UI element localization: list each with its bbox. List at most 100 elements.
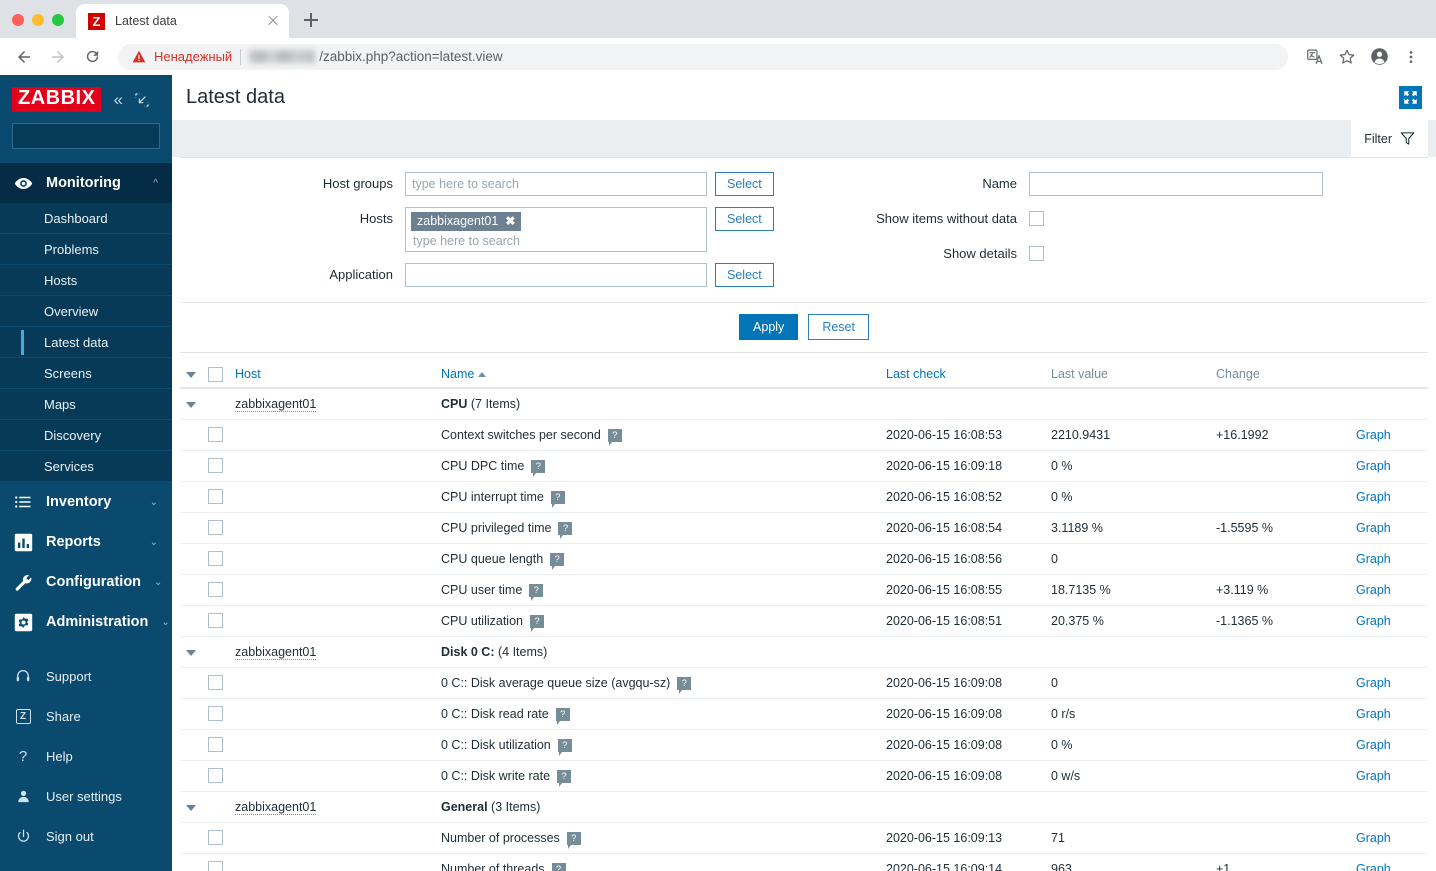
group-host-cell[interactable]: zabbixagent01 bbox=[229, 388, 429, 420]
sidebar-item-hosts[interactable]: Hosts bbox=[0, 265, 172, 296]
row-checkbox-cell[interactable] bbox=[202, 667, 229, 699]
row-graph-cell[interactable]: Graph bbox=[1350, 543, 1428, 575]
sidebar-item-overview[interactable]: Overview bbox=[0, 296, 172, 327]
row-checkbox-cell[interactable] bbox=[202, 822, 229, 854]
row-graph-cell[interactable]: Graph bbox=[1350, 822, 1428, 854]
show-details-checkbox[interactable] bbox=[1029, 246, 1044, 261]
sidebar-section-administration[interactable]: Administration ⌄ bbox=[0, 602, 172, 642]
tab-filter[interactable]: Filter bbox=[1351, 120, 1428, 157]
graph-link[interactable]: Graph bbox=[1356, 459, 1391, 473]
row-checkbox[interactable] bbox=[208, 830, 223, 846]
group-host-cell[interactable]: zabbixagent01 bbox=[229, 791, 429, 823]
hosts-select-button[interactable]: Select bbox=[715, 207, 774, 231]
close-icon[interactable] bbox=[265, 13, 281, 29]
graph-link[interactable]: Graph bbox=[1356, 676, 1391, 690]
sidebar-item-screens[interactable]: Screens bbox=[0, 358, 172, 389]
sidebar-item-maps[interactable]: Maps bbox=[0, 389, 172, 420]
row-graph-cell[interactable]: Graph bbox=[1350, 698, 1428, 730]
row-graph-cell[interactable]: Graph bbox=[1350, 419, 1428, 451]
translate-icon[interactable] bbox=[1300, 43, 1330, 71]
browser-tab[interactable]: Z Latest data bbox=[76, 4, 289, 38]
row-checkbox[interactable] bbox=[208, 520, 223, 536]
apply-button[interactable]: Apply bbox=[739, 314, 799, 340]
column-last-check[interactable]: Last check bbox=[880, 361, 1045, 389]
hosts-multiselect[interactable]: zabbixagent01 ✖ type here to search bbox=[405, 207, 707, 252]
host-groups-select-button[interactable]: Select bbox=[715, 172, 774, 196]
row-graph-cell[interactable]: Graph bbox=[1350, 605, 1428, 637]
sidebar-section-configuration[interactable]: Configuration ⌄ bbox=[0, 562, 172, 602]
row-checkbox[interactable] bbox=[208, 613, 223, 629]
maximize-window-button[interactable] bbox=[52, 14, 64, 26]
row-graph-cell[interactable]: Graph bbox=[1350, 853, 1428, 871]
hint-icon[interactable]: ? bbox=[550, 552, 565, 570]
graph-link[interactable]: Graph bbox=[1356, 428, 1391, 442]
row-graph-cell[interactable]: Graph bbox=[1350, 512, 1428, 544]
column-last-check-link[interactable]: Last check bbox=[886, 367, 946, 381]
row-checkbox[interactable] bbox=[208, 582, 223, 598]
graph-link[interactable]: Graph bbox=[1356, 583, 1391, 597]
remove-chip-icon[interactable]: ✖ bbox=[505, 214, 515, 228]
row-checkbox[interactable] bbox=[208, 861, 223, 871]
search-input[interactable] bbox=[0, 129, 152, 143]
row-checkbox-cell[interactable] bbox=[202, 760, 229, 792]
hint-icon[interactable]: ? bbox=[529, 614, 544, 632]
new-tab-button[interactable] bbox=[297, 6, 325, 34]
chevron-down-icon[interactable] bbox=[186, 401, 196, 408]
host-link[interactable]: zabbixagent01 bbox=[235, 644, 317, 660]
select-all-header[interactable] bbox=[202, 361, 229, 389]
column-host[interactable]: Host bbox=[229, 361, 429, 389]
row-checkbox-cell[interactable] bbox=[202, 543, 229, 575]
kiosk-mode-button[interactable] bbox=[1399, 86, 1422, 109]
graph-link[interactable]: Graph bbox=[1356, 521, 1391, 535]
row-checkbox[interactable] bbox=[208, 458, 223, 474]
row-graph-cell[interactable]: Graph bbox=[1350, 574, 1428, 606]
graph-link[interactable]: Graph bbox=[1356, 769, 1391, 783]
row-checkbox[interactable] bbox=[208, 489, 223, 505]
sidebar-item-support[interactable]: Support bbox=[0, 656, 172, 696]
row-graph-cell[interactable]: Graph bbox=[1350, 760, 1428, 792]
row-graph-cell[interactable]: Graph bbox=[1350, 729, 1428, 761]
hint-icon[interactable]: ? bbox=[555, 707, 570, 725]
name-input[interactable] bbox=[1029, 172, 1323, 196]
graph-link[interactable]: Graph bbox=[1356, 490, 1391, 504]
sidebar-item-services[interactable]: Services bbox=[0, 451, 172, 482]
address-bar[interactable]: Ненадежный /zabbix.php?action=latest.vie… bbox=[118, 43, 1288, 70]
group-toggle-cell[interactable] bbox=[180, 636, 202, 668]
group-toggle-cell[interactable] bbox=[180, 791, 202, 823]
chevron-down-icon[interactable] bbox=[186, 372, 196, 378]
sidebar-search[interactable] bbox=[0, 123, 160, 149]
hint-icon[interactable]: ? bbox=[558, 521, 573, 539]
graph-link[interactable]: Graph bbox=[1356, 707, 1391, 721]
sidebar-item-dashboard[interactable]: Dashboard bbox=[0, 203, 172, 234]
application-select-button[interactable]: Select bbox=[715, 263, 774, 287]
chevron-down-icon[interactable] bbox=[186, 804, 196, 811]
row-graph-cell[interactable]: Graph bbox=[1350, 667, 1428, 699]
sidebar-item-latest-data[interactable]: Latest data bbox=[0, 327, 172, 358]
row-checkbox-cell[interactable] bbox=[202, 419, 229, 451]
hint-icon[interactable]: ? bbox=[557, 738, 572, 756]
hide-sidebar-icon[interactable] bbox=[135, 92, 149, 107]
graph-link[interactable]: Graph bbox=[1356, 738, 1391, 752]
column-name-link[interactable]: Name bbox=[441, 367, 474, 381]
hint-icon[interactable]: ? bbox=[550, 490, 565, 508]
forward-arrow-icon[interactable] bbox=[44, 43, 72, 71]
column-name[interactable]: Name bbox=[429, 361, 880, 389]
zabbix-logo[interactable]: ZABBIX bbox=[12, 87, 102, 112]
sidebar-item-share[interactable]: Z Share bbox=[0, 696, 172, 736]
sidebar-item-discovery[interactable]: Discovery bbox=[0, 420, 172, 451]
minimize-window-button[interactable] bbox=[32, 14, 44, 26]
row-checkbox-cell[interactable] bbox=[202, 574, 229, 606]
star-icon[interactable] bbox=[1332, 43, 1362, 71]
graph-link[interactable]: Graph bbox=[1356, 862, 1391, 871]
close-window-button[interactable] bbox=[12, 14, 24, 26]
profile-avatar-icon[interactable] bbox=[1364, 43, 1394, 71]
sidebar-item-problems[interactable]: Problems bbox=[0, 234, 172, 265]
sidebar-item-help[interactable]: ? Help bbox=[0, 736, 172, 776]
graph-link[interactable]: Graph bbox=[1356, 614, 1391, 628]
back-arrow-icon[interactable] bbox=[10, 43, 38, 71]
reset-button[interactable]: Reset bbox=[808, 314, 869, 340]
graph-link[interactable]: Graph bbox=[1356, 552, 1391, 566]
sidebar-item-user-settings[interactable]: User settings bbox=[0, 776, 172, 816]
hint-icon[interactable]: ? bbox=[531, 459, 546, 477]
host-link[interactable]: zabbixagent01 bbox=[235, 799, 317, 815]
